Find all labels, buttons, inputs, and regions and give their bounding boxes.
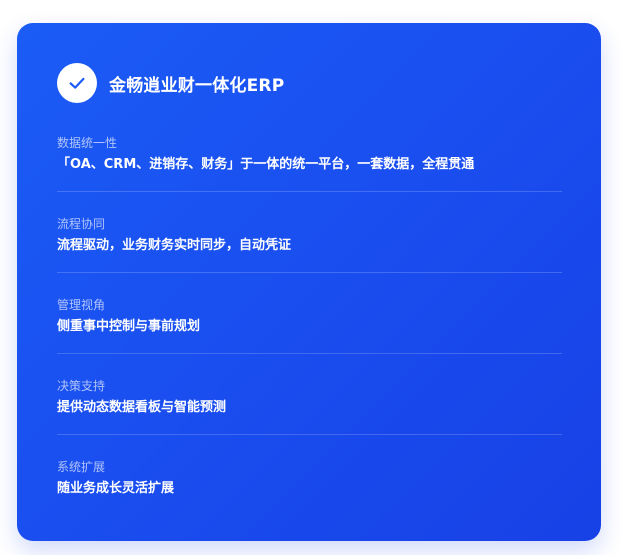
feature-description: 侧重事中控制与事前规划 xyxy=(57,319,201,334)
feature-item-decision-support: 决策支持 提供动态数据看板与智能预测 xyxy=(57,379,562,460)
check-icon xyxy=(57,63,97,103)
card-title: 金畅逍业财一体化ERP xyxy=(109,75,285,96)
feature-description: 提供动态数据看板与智能预测 xyxy=(57,400,227,415)
feature-label: 管理视角 xyxy=(57,298,106,312)
feature-item-data-consistency: 数据统一性 「OA、CRM、进销存、财务」于一体的统一平台，一套数据，全程贯通 xyxy=(57,136,562,217)
feature-description: 随业务成长灵活扩展 xyxy=(57,481,175,496)
feature-label: 数据统一性 xyxy=(57,136,118,150)
feature-description: 「OA、CRM、进销存、财务」于一体的统一平台，一套数据，全程贯通 xyxy=(57,157,475,172)
feature-list: 数据统一性 「OA、CRM、进销存、财务」于一体的统一平台，一套数据，全程贯通 … xyxy=(57,136,562,541)
feature-label: 流程协同 xyxy=(57,217,106,231)
feature-label: 决策支持 xyxy=(57,379,106,393)
feature-description: 流程驱动，业务财务实时同步，自动凭证 xyxy=(57,238,292,253)
feature-item-process-collaboration: 流程协同 流程驱动，业务财务实时同步，自动凭证 xyxy=(57,217,562,298)
feature-item-system-extension: 系统扩展 随业务成长灵活扩展 xyxy=(57,460,562,541)
divider xyxy=(57,191,562,192)
divider xyxy=(57,353,562,354)
card-header: 金畅逍业财一体化ERP xyxy=(57,63,284,103)
divider xyxy=(57,272,562,273)
erp-feature-card: 金畅逍业财一体化ERP 数据统一性 「OA、CRM、进销存、财务」于一体的统一平… xyxy=(17,23,601,541)
divider xyxy=(57,434,562,435)
feature-item-management-view: 管理视角 侧重事中控制与事前规划 xyxy=(57,298,562,379)
feature-label: 系统扩展 xyxy=(57,460,106,474)
